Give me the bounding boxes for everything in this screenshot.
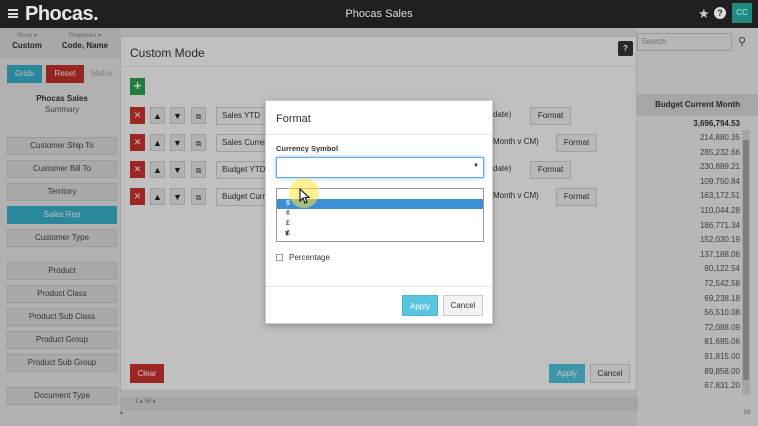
app-header: Phocas. Phocas Sales ★ ? CC [0, 0, 758, 28]
currency-option-yen-label[interactable]: ¥ [285, 231, 289, 238]
format-cancel-button[interactable]: Cancel [443, 295, 483, 316]
format-dialog-header: Format [266, 101, 492, 135]
percentage-checkbox[interactable] [276, 254, 283, 261]
format-dialog: Format Currency Symbol ▼ $ ¢ £ € Percent… [265, 100, 493, 324]
format-dialog-title: Format [276, 113, 311, 125]
help-icon[interactable]: ? [714, 7, 726, 19]
mouse-pointer-icon [299, 188, 311, 204]
currency-symbol-label: Currency Symbol [276, 144, 339, 153]
currency-option-euro[interactable]: € [277, 229, 483, 239]
currency-option-yen[interactable] [277, 239, 483, 242]
currency-option-pound[interactable]: £ [277, 219, 483, 229]
app-title: Phocas Sales [345, 8, 413, 20]
format-dialog-footer-divider [266, 286, 492, 287]
currency-option-cent[interactable]: ¢ [277, 209, 483, 219]
format-apply-button[interactable]: Apply [402, 295, 438, 316]
star-icon[interactable]: ★ [698, 6, 710, 22]
avatar[interactable]: CC [732, 3, 752, 23]
caret-down-icon: ▼ [473, 163, 479, 169]
percentage-label: Percentage [289, 253, 330, 262]
currency-symbol-select[interactable]: ▼ [276, 157, 484, 178]
